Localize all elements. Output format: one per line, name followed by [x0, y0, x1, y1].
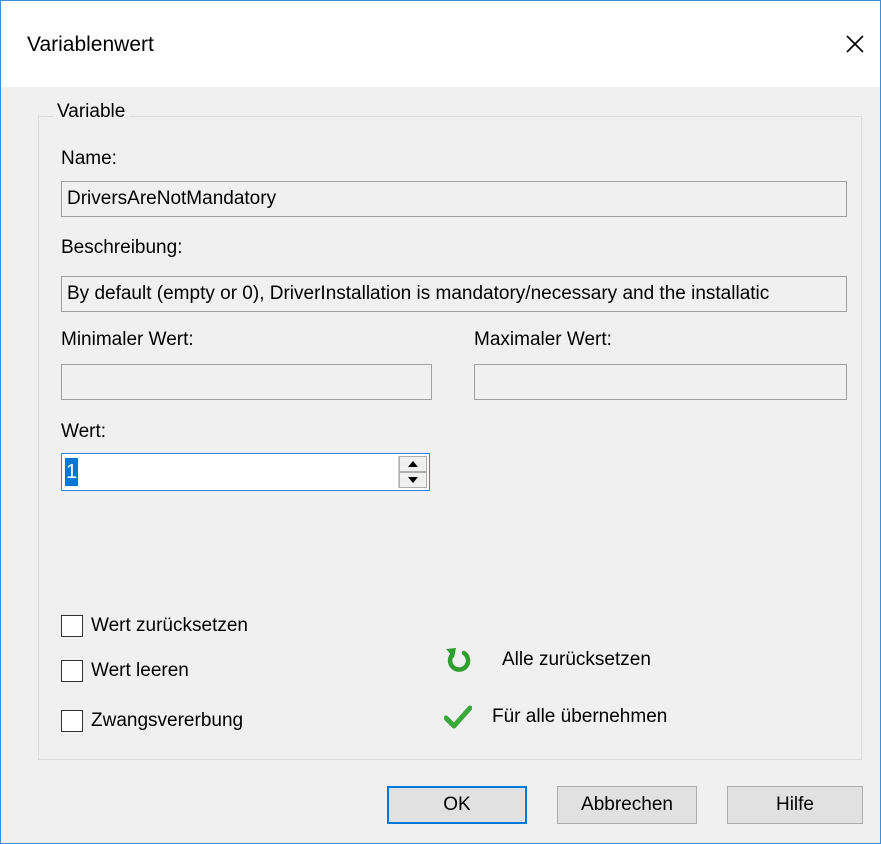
- name-field[interactable]: DriversAreNotMandatory: [61, 181, 847, 217]
- triangle-up-icon: [408, 461, 418, 467]
- apply-all-label: Für alle übernehmen: [492, 706, 668, 727]
- force-inherit-checkbox[interactable]: [61, 710, 83, 732]
- help-button[interactable]: Hilfe: [727, 786, 863, 824]
- spin-up-button[interactable]: [399, 456, 427, 472]
- reset-all-action[interactable]: Alle zurücksetzen: [444, 645, 651, 675]
- name-label: Name:: [61, 148, 117, 169]
- triangle-down-icon: [408, 477, 418, 483]
- min-value-label: Minimaler Wert:: [61, 329, 194, 350]
- title-bar: Variablenwert: [1, 1, 880, 87]
- force-inherit-option[interactable]: Zwangsvererbung: [61, 708, 243, 734]
- max-value-field[interactable]: [474, 364, 847, 400]
- reset-arrow-icon: [446, 648, 471, 672]
- groupbox-legend: Variable: [53, 101, 130, 123]
- close-button[interactable]: [830, 21, 880, 67]
- description-field[interactable]: By default (empty or 0), DriverInstallat…: [61, 276, 847, 312]
- force-inherit-label: Zwangsvererbung: [91, 710, 244, 731]
- value-spinbox[interactable]: 1: [61, 453, 430, 491]
- value-label: Wert:: [61, 421, 107, 442]
- description-label: Beschreibung:: [61, 237, 183, 258]
- spin-buttons: [398, 456, 427, 488]
- checkmark-icon: [444, 705, 472, 729]
- cancel-button[interactable]: Abbrechen: [557, 786, 697, 824]
- clear-value-label: Wert leeren: [91, 660, 189, 681]
- value-input[interactable]: 1: [65, 458, 79, 486]
- reset-value-label: Wert zurücksetzen: [91, 615, 248, 636]
- clear-value-option[interactable]: Wert leeren: [61, 658, 189, 684]
- dialog-window: Variablenwert Variable Name: DriversAreN…: [0, 0, 881, 844]
- max-value-label: Maximaler Wert:: [474, 329, 612, 350]
- close-icon: [846, 35, 864, 53]
- clear-value-checkbox[interactable]: [61, 660, 83, 682]
- reset-all-label: Alle zurücksetzen: [502, 649, 651, 670]
- reset-value-checkbox[interactable]: [61, 615, 83, 637]
- reset-value-option[interactable]: Wert zurücksetzen: [61, 613, 248, 639]
- apply-all-action[interactable]: Für alle übernehmen: [444, 705, 667, 729]
- dialog-title: Variablenwert: [27, 33, 154, 56]
- ok-button[interactable]: OK: [387, 786, 527, 824]
- spin-down-button[interactable]: [399, 472, 427, 488]
- min-value-field[interactable]: [61, 364, 432, 400]
